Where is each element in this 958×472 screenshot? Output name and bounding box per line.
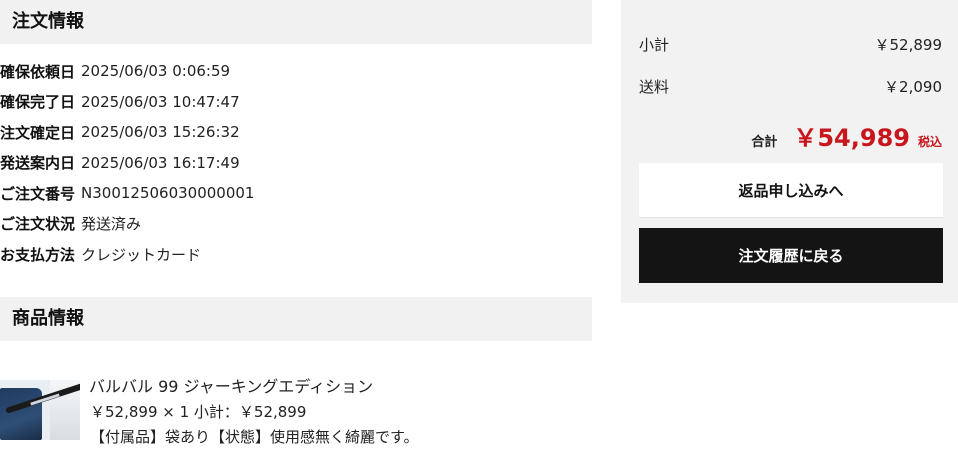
order-info-row: 確保依頼日 2025/06/03 0:06:59 — [0, 56, 592, 87]
shipping-row: 送料 ￥2,090 — [639, 76, 942, 97]
tax-included-label: 税込 — [917, 135, 942, 149]
order-summary-panel: 小計 ￥52,899 送料 ￥2,090 合計 ￥54,989 税込 返品申し込… — [621, 0, 958, 303]
rod-bag-shape — [0, 388, 42, 440]
order-info-label: 発送案内日 — [0, 154, 76, 173]
order-info-label: ご注文番号 — [0, 184, 76, 203]
shipping-label: 送料 — [639, 78, 670, 96]
order-number-value: N30012506030000001 — [81, 184, 255, 203]
order-info-value: 2025/06/03 16:17:49 — [81, 153, 240, 172]
order-info-list: 確保依頼日 2025/06/03 0:06:59 確保完了日 2025/06/0… — [0, 56, 592, 270]
subtotal-row: 小計 ￥52,899 — [639, 34, 942, 55]
shipping-value: ￥2,090 — [884, 78, 942, 96]
total-row: 合計 ￥54,989 税込 — [751, 118, 942, 153]
order-detail-page: 注文情報 確保依頼日 2025/06/03 0:06:59 確保完了日 2025… — [0, 0, 958, 472]
order-info-row: 発送案内日 2025/06/03 16:17:49 — [0, 148, 592, 179]
order-info-label: お支払方法 — [0, 245, 76, 264]
order-info-row: お支払方法 クレジットカード — [0, 239, 592, 270]
order-info-row: 注文確定日 2025/06/03 15:26:32 — [0, 117, 592, 148]
total-label: 合計 — [751, 135, 778, 150]
product-note: 【付属品】袋あり【状態】使用感無く綺麗です。 — [90, 428, 419, 446]
order-info-label: 確保完了日 — [0, 93, 76, 112]
return-request-button[interactable]: 返品申し込みへ — [639, 163, 943, 218]
total-value: ￥54,989 — [793, 124, 910, 152]
back-to-order-history-button[interactable]: 注文履歴に戻る — [639, 228, 943, 283]
product-list-item: バルバル 99 ジャーキングエディション ￥52,899 × 1 小計：￥52,… — [0, 368, 592, 458]
order-info-label: 注文確定日 — [0, 123, 76, 142]
subtotal-label: 小計 — [639, 36, 670, 54]
order-info-row: ご注文番号 N30012506030000001 — [0, 178, 592, 209]
payment-method-value: クレジットカード — [81, 245, 202, 264]
order-info-label: 確保依頼日 — [0, 62, 76, 81]
product-name[interactable]: バルバル 99 ジャーキングエディション — [89, 373, 373, 397]
subtotal-value: ￥52,899 — [874, 36, 943, 54]
order-info-value: 2025/06/03 0:06:59 — [81, 62, 231, 81]
order-info-value: 2025/06/03 10:47:47 — [81, 92, 240, 111]
order-info-row: 確保完了日 2025/06/03 10:47:47 — [0, 87, 592, 118]
order-info-heading: 注文情報 — [0, 0, 592, 44]
order-info-value: 2025/06/03 15:26:32 — [81, 123, 240, 142]
product-thumbnail[interactable] — [0, 380, 80, 440]
order-status-value: 発送済み — [81, 215, 142, 234]
order-info-row: ご注文状況 発送済み — [0, 209, 592, 240]
order-info-label: ご注文状況 — [0, 215, 76, 234]
product-price-line: ￥52,899 × 1 小計：￥52,899 — [90, 403, 307, 421]
product-info-heading: 商品情報 — [0, 297, 592, 341]
